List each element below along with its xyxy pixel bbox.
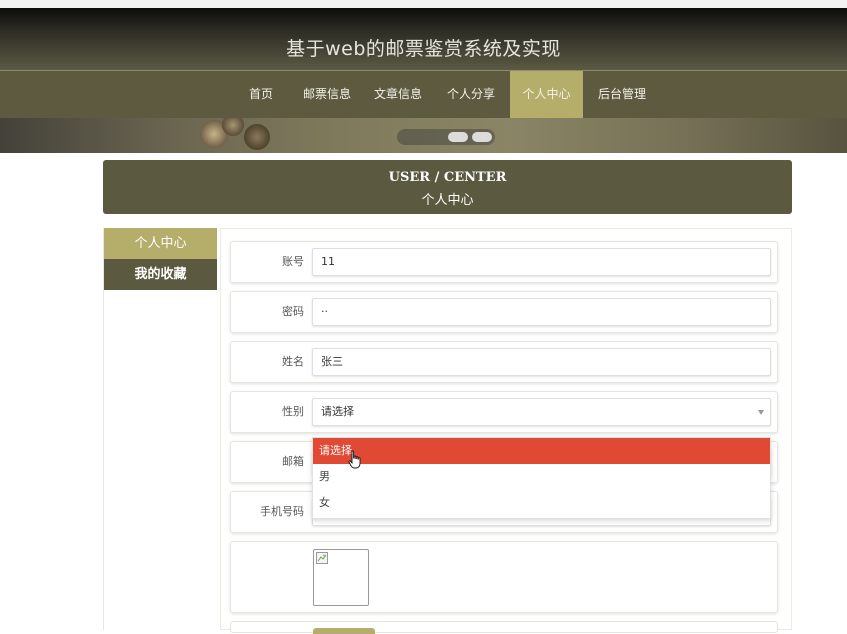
name-label: 姓名 xyxy=(282,355,304,368)
sidebar-item-user-center[interactable]: 个人中心 xyxy=(104,228,217,259)
banner-decoration xyxy=(244,124,270,150)
submit-button[interactable] xyxy=(313,628,375,634)
site-header: 基于web的邮票鉴赏系统及实现 xyxy=(0,8,847,70)
form-row-photo xyxy=(230,541,778,613)
hand-cursor-icon xyxy=(348,450,361,469)
section-header: USER / CENTER 个人中心 xyxy=(103,160,792,214)
account-input[interactable]: 11 xyxy=(312,248,771,276)
main-nav: 首页 邮票信息 文章信息 个人分享 个人中心 后台管理 xyxy=(0,70,847,118)
nav-item-stamps[interactable]: 邮票信息 xyxy=(296,71,358,118)
chevron-down-icon xyxy=(758,410,764,415)
password-input[interactable]: ·· xyxy=(312,298,771,326)
carousel-dot[interactable] xyxy=(472,132,492,142)
gender-select-value: 请选择 xyxy=(321,405,354,418)
gender-option[interactable]: 女 xyxy=(313,490,770,516)
form-row-password: 密码 ·· xyxy=(230,291,778,333)
password-label: 密码 xyxy=(282,305,304,318)
site-title: 基于web的邮票鉴赏系统及实现 xyxy=(286,38,561,60)
phone-label: 手机号码 xyxy=(260,505,304,518)
banner-decoration xyxy=(222,118,244,136)
carousel-dot[interactable] xyxy=(448,132,468,142)
nav-item-admin[interactable]: 后台管理 xyxy=(591,71,653,118)
broken-image-icon xyxy=(316,552,328,564)
gender-dropdown: 请选择 男 女 xyxy=(312,437,771,519)
avatar-image[interactable] xyxy=(313,549,369,606)
gender-select[interactable]: 请选择 xyxy=(312,398,771,426)
nav-item-share[interactable]: 个人分享 xyxy=(440,71,502,118)
account-label: 账号 xyxy=(282,255,304,268)
form-row-name: 姓名 张三 xyxy=(230,341,778,383)
name-input[interactable]: 张三 xyxy=(312,348,771,376)
gender-option[interactable]: 请选择 xyxy=(313,438,770,464)
form-row-actions xyxy=(230,621,778,634)
banner-carousel xyxy=(0,118,847,153)
gender-option[interactable]: 男 xyxy=(313,464,770,490)
gender-label: 性别 xyxy=(282,405,304,418)
top-strip xyxy=(0,0,847,8)
sidebar-item-favorites[interactable]: 我的收藏 xyxy=(104,259,217,290)
section-title-en: USER / CENTER xyxy=(388,170,507,185)
sidebar: 个人中心 我的收藏 xyxy=(103,228,217,630)
form-row-gender: 性别 请选择 xyxy=(230,391,778,433)
nav-item-user-center[interactable]: 个人中心 xyxy=(510,71,583,118)
section-title-zh: 个人中心 xyxy=(421,193,474,208)
nav-item-articles[interactable]: 文章信息 xyxy=(367,71,429,118)
email-label: 邮箱 xyxy=(282,455,304,468)
form-row-account: 账号 11 xyxy=(230,241,778,283)
nav-item-home[interactable]: 首页 xyxy=(238,71,284,118)
